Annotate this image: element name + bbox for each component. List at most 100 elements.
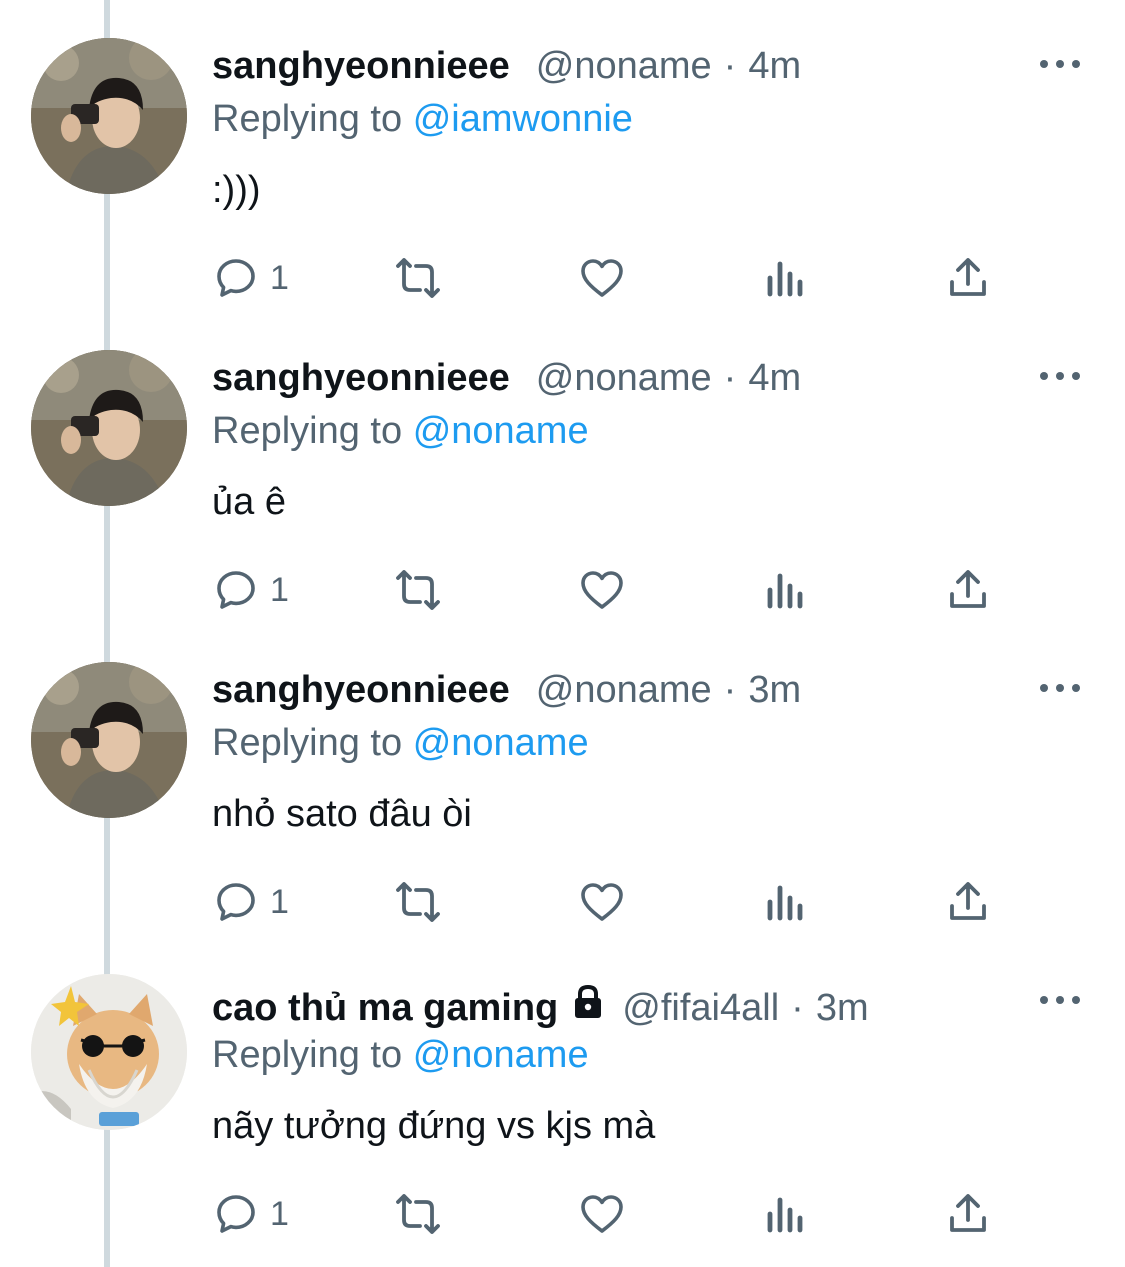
- timestamp[interactable]: 4m: [748, 45, 801, 88]
- heart-icon: [581, 259, 623, 297]
- like-button[interactable]: [578, 874, 626, 930]
- lock-icon: [568, 981, 608, 1031]
- retweet-button[interactable]: [390, 562, 446, 618]
- views-button[interactable]: [764, 250, 808, 306]
- separator-dot: ·: [723, 44, 737, 87]
- tweet-actions: 1: [212, 1186, 1012, 1242]
- timestamp[interactable]: 4m: [748, 357, 801, 400]
- analytics-icon: [767, 1197, 803, 1233]
- retweet-icon: [396, 1194, 440, 1234]
- reply-icon: [217, 1195, 255, 1233]
- share-icon: [950, 258, 986, 296]
- tweet-text: nhỏ sato đâu òi: [212, 793, 472, 835]
- tweet[interactable]: cao thủ ma gaming @fifai4all · 3m Replyi…: [0, 936, 1125, 1248]
- analytics-icon: [767, 885, 803, 921]
- display-name[interactable]: sanghyeonnieee: [212, 357, 510, 400]
- like-button[interactable]: [578, 1186, 626, 1242]
- more-options-icon[interactable]: [1040, 682, 1080, 694]
- avatar[interactable]: [31, 38, 187, 194]
- timestamp[interactable]: 3m: [748, 669, 801, 712]
- replying-label: Replying to: [212, 1034, 403, 1076]
- avatar-photo: [31, 350, 187, 506]
- reply-icon: [217, 571, 255, 609]
- share-icon: [950, 570, 986, 608]
- retweet-button[interactable]: [390, 250, 446, 306]
- share-icon: [950, 882, 986, 920]
- separator-dot: ·: [723, 668, 737, 711]
- retweet-icon: [396, 882, 440, 922]
- tweet[interactable]: sanghyeonnieee @noname · 3m Replying to …: [0, 624, 1125, 936]
- avatar-photo: [31, 974, 187, 1130]
- share-button[interactable]: [944, 1186, 992, 1242]
- user-handle[interactable]: @noname: [536, 357, 712, 400]
- display-name[interactable]: sanghyeonnieee: [212, 669, 510, 712]
- retweet-button[interactable]: [390, 1186, 446, 1242]
- replying-to: Replying to @noname: [212, 716, 589, 770]
- share-button[interactable]: [944, 250, 992, 306]
- tweet-text: ủa ê: [212, 481, 286, 523]
- retweet-icon: [396, 570, 440, 610]
- separator-dot: ·: [791, 986, 804, 1029]
- replying-to: Replying to @noname: [212, 1028, 589, 1082]
- user-handle[interactable]: @noname: [536, 669, 712, 712]
- replying-to: Replying to @noname: [212, 404, 589, 458]
- like-button[interactable]: [578, 562, 626, 618]
- heart-icon: [581, 883, 623, 921]
- user-handle[interactable]: @noname: [536, 45, 712, 88]
- like-button[interactable]: [578, 250, 626, 306]
- avatar-photo: [31, 662, 187, 818]
- timestamp[interactable]: 3m: [816, 987, 869, 1030]
- views-button[interactable]: [764, 562, 808, 618]
- views-button[interactable]: [764, 874, 808, 930]
- tweet-header: sanghyeonnieee @noname · 4m: [212, 350, 801, 406]
- replying-to: Replying to @iamwonnie: [212, 92, 633, 146]
- avatar[interactable]: [31, 974, 187, 1130]
- reply-count: 1: [270, 882, 289, 921]
- tweet-actions: 1: [212, 874, 1012, 930]
- replying-to-mention[interactable]: @noname: [413, 722, 589, 764]
- avatar-photo: [31, 38, 187, 194]
- replying-label: Replying to: [212, 98, 403, 140]
- display-name[interactable]: cao thủ ma gaming: [212, 987, 558, 1030]
- display-name[interactable]: sanghyeonnieee: [212, 45, 510, 88]
- share-icon: [950, 1194, 986, 1232]
- tweet[interactable]: sanghyeonnieee @noname · 4m Replying to …: [0, 0, 1125, 312]
- tweet-text: :))): [212, 169, 261, 211]
- avatar[interactable]: [31, 350, 187, 506]
- separator-dot: ·: [723, 356, 737, 399]
- reply-count: 1: [270, 258, 289, 297]
- user-handle[interactable]: @fifai4all: [622, 987, 779, 1030]
- avatar[interactable]: [31, 662, 187, 818]
- reply-icon: [217, 259, 255, 297]
- more-options-icon[interactable]: [1040, 58, 1080, 70]
- analytics-icon: [767, 573, 803, 609]
- tweet-header: sanghyeonnieee @noname · 4m: [212, 38, 801, 94]
- replying-to-mention[interactable]: @noname: [413, 1034, 589, 1076]
- reply-count: 1: [270, 1194, 289, 1233]
- views-button[interactable]: [764, 1186, 808, 1242]
- tweet[interactable]: sanghyeonnieee @noname · 4m Replying to …: [0, 312, 1125, 624]
- replying-to-mention[interactable]: @iamwonnie: [413, 98, 633, 140]
- replying-label: Replying to: [212, 722, 403, 764]
- tweet-text: nãy tưởng đứng vs kjs mà: [212, 1105, 656, 1147]
- reply-button[interactable]: 1: [212, 874, 289, 930]
- tweet-actions: 1: [212, 250, 1012, 306]
- replying-to-mention[interactable]: @noname: [413, 410, 589, 452]
- tweet-actions: 1: [212, 562, 1012, 618]
- retweet-icon: [396, 258, 440, 298]
- heart-icon: [581, 571, 623, 609]
- more-options-icon[interactable]: [1040, 994, 1080, 1006]
- reply-count: 1: [270, 570, 289, 609]
- reply-button[interactable]: 1: [212, 1186, 289, 1242]
- share-button[interactable]: [944, 874, 992, 930]
- retweet-button[interactable]: [390, 874, 446, 930]
- analytics-icon: [767, 261, 803, 297]
- tweet-header: sanghyeonnieee @noname · 3m: [212, 662, 801, 718]
- more-options-icon[interactable]: [1040, 370, 1080, 382]
- reply-icon: [217, 883, 255, 921]
- replying-label: Replying to: [212, 410, 403, 452]
- reply-button[interactable]: 1: [212, 562, 289, 618]
- share-button[interactable]: [944, 562, 992, 618]
- reply-button[interactable]: 1: [212, 250, 289, 306]
- heart-icon: [581, 1195, 623, 1233]
